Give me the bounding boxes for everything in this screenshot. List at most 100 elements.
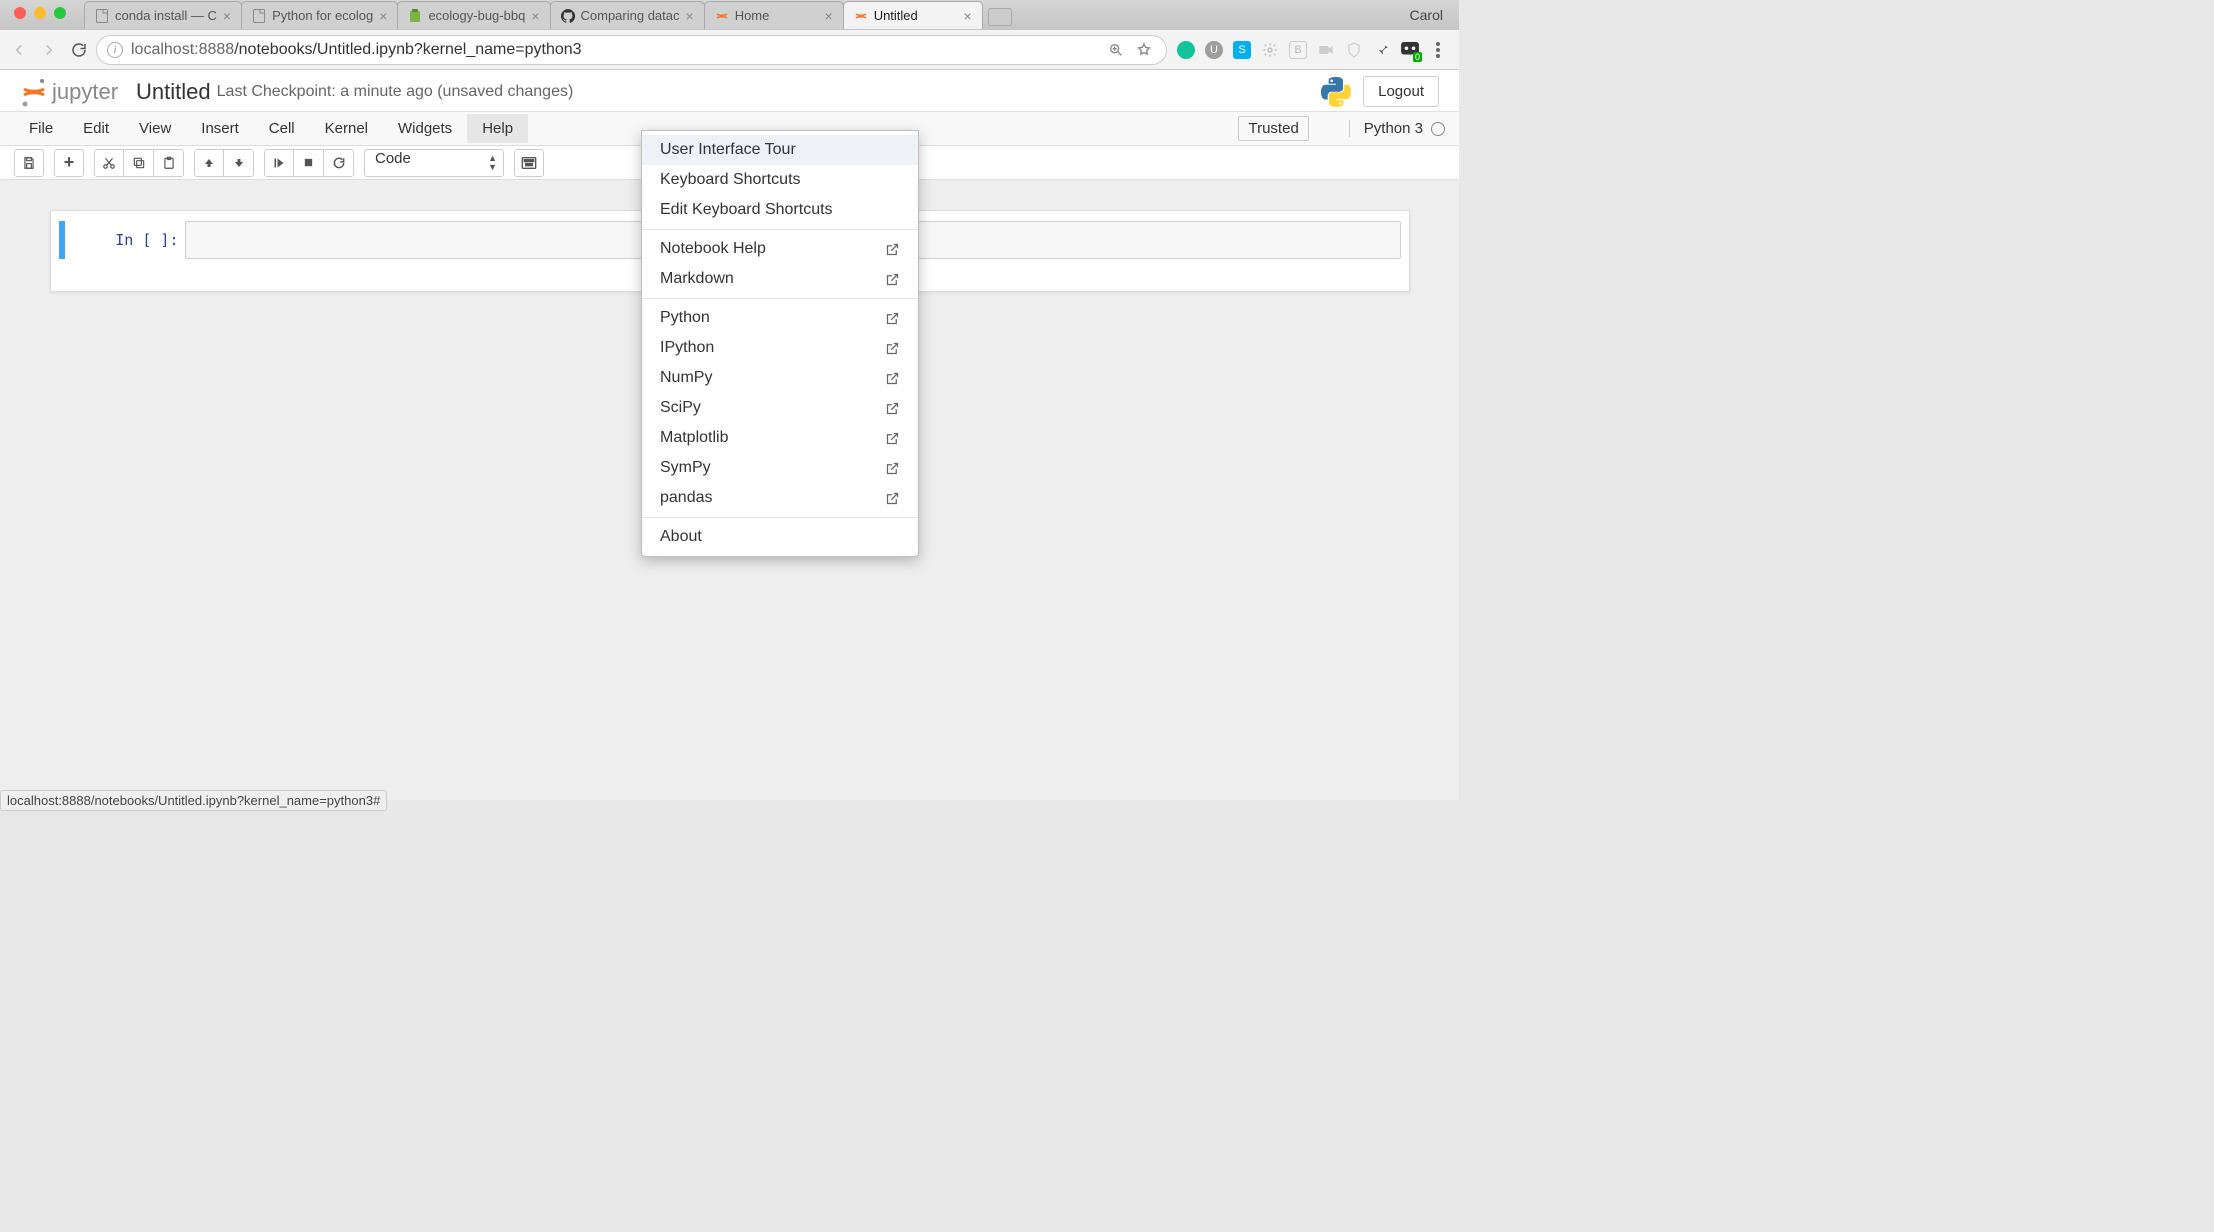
select-arrows-icon: ▲▼: [488, 154, 497, 172]
cell-type-value: Code: [375, 150, 411, 167]
help-python[interactable]: Python: [642, 303, 918, 333]
kernel-name-text: Python 3: [1364, 120, 1423, 137]
close-window-button[interactable]: [14, 7, 26, 19]
kernel-status-icon: [1431, 122, 1445, 136]
close-tab-icon[interactable]: ×: [686, 8, 694, 24]
external-link-icon: [885, 401, 900, 416]
tab-title: Comparing datac: [581, 8, 680, 23]
help-markdown[interactable]: Markdown: [642, 264, 918, 294]
url-text: localhost:8888/notebooks/Untitled.ipynb?…: [131, 41, 582, 59]
jupyter-header: jupyter Untitled Last Checkpoint: a minu…: [0, 70, 1459, 112]
tab-title: ecology-bug-bbq: [428, 8, 525, 23]
close-tab-icon[interactable]: ×: [964, 8, 972, 24]
minimize-window-button[interactable]: [34, 7, 46, 19]
tab-conda-install[interactable]: conda install — C ×: [84, 1, 242, 29]
external-link-icon: [885, 341, 900, 356]
zoom-icon[interactable]: [1108, 42, 1128, 58]
external-link-icon: [885, 491, 900, 506]
menu-edit[interactable]: Edit: [68, 114, 124, 143]
browser-chrome: conda install — C × Python for ecolog × …: [0, 0, 1459, 70]
tab-title: Python for ecolog: [272, 8, 373, 23]
maximize-window-button[interactable]: [54, 7, 66, 19]
nav-bar: i localhost:8888/notebooks/Untitled.ipyn…: [0, 30, 1459, 70]
menu-help[interactable]: Help: [467, 114, 528, 143]
help-sympy[interactable]: SymPy: [642, 453, 918, 483]
help-pandas[interactable]: pandas: [642, 483, 918, 513]
help-ui-tour[interactable]: User Interface Tour: [642, 135, 918, 165]
move-down-button[interactable]: [224, 149, 254, 177]
move-up-button[interactable]: [194, 149, 224, 177]
menu-cell[interactable]: Cell: [254, 114, 310, 143]
copy-button[interactable]: [124, 149, 154, 177]
cell-prompt: In [ ]:: [65, 221, 185, 259]
new-tab-button[interactable]: [988, 8, 1012, 26]
pin-icon[interactable]: [1373, 41, 1391, 59]
jupyter-icon: [854, 9, 868, 23]
menu-view[interactable]: View: [124, 114, 186, 143]
external-link-icon: [885, 371, 900, 386]
help-edit-keyboard-shortcuts[interactable]: Edit Keyboard Shortcuts: [642, 195, 918, 225]
external-link-icon: [885, 242, 900, 257]
grammarly-icon[interactable]: [1177, 41, 1195, 59]
tampermonkey-icon[interactable]: 0: [1401, 41, 1419, 59]
reload-button[interactable]: [66, 37, 92, 63]
paste-button[interactable]: [154, 149, 184, 177]
back-button[interactable]: [6, 37, 32, 63]
window-controls: [14, 7, 66, 19]
jupyter-logo[interactable]: jupyter: [20, 77, 118, 107]
video-icon[interactable]: [1317, 41, 1335, 59]
help-notebook-help[interactable]: Notebook Help: [642, 234, 918, 264]
profile-name[interactable]: Carol: [1410, 7, 1443, 23]
bitwarden-icon[interactable]: B: [1289, 41, 1307, 59]
tab-python-ecolog[interactable]: Python for ecolog ×: [241, 1, 398, 29]
help-numpy[interactable]: NumPy: [642, 363, 918, 393]
ublock-icon[interactable]: U: [1205, 41, 1223, 59]
trusted-indicator[interactable]: Trusted: [1238, 116, 1308, 141]
menu-insert[interactable]: Insert: [186, 114, 254, 143]
close-tab-icon[interactable]: ×: [379, 8, 387, 24]
menu-file[interactable]: File: [14, 114, 68, 143]
github-icon: [561, 9, 575, 23]
help-ipython[interactable]: IPython: [642, 333, 918, 363]
tab-home[interactable]: Home ×: [704, 1, 844, 29]
help-about[interactable]: About: [642, 522, 918, 552]
help-matplotlib[interactable]: Matplotlib: [642, 423, 918, 453]
tab-title: conda install — C: [115, 8, 217, 23]
add-cell-button[interactable]: +: [54, 149, 84, 177]
external-link-icon: [885, 311, 900, 326]
skype-icon[interactable]: S: [1233, 41, 1251, 59]
save-button[interactable]: [14, 149, 44, 177]
restart-button[interactable]: [324, 149, 354, 177]
notebook-name[interactable]: Untitled: [136, 79, 211, 105]
close-tab-icon[interactable]: ×: [223, 8, 231, 24]
site-info-icon[interactable]: i: [107, 42, 123, 58]
logout-button[interactable]: Logout: [1363, 76, 1439, 107]
kernel-indicator[interactable]: Python 3: [1349, 120, 1445, 137]
page-icon: [95, 9, 109, 23]
tab-untitled[interactable]: Untitled ×: [843, 1, 983, 29]
jupyter-icon: [715, 9, 729, 23]
address-bar[interactable]: i localhost:8888/notebooks/Untitled.ipyn…: [96, 35, 1167, 65]
bookmark-star-icon[interactable]: [1136, 42, 1156, 58]
tab-strip: conda install — C × Python for ecolog × …: [0, 0, 1459, 30]
tab-ecology-bug-bbq[interactable]: ecology-bug-bbq ×: [397, 1, 550, 29]
interrupt-button[interactable]: [294, 149, 324, 177]
menu-kernel[interactable]: Kernel: [310, 114, 383, 143]
tab-comparing-datac[interactable]: Comparing datac ×: [550, 1, 705, 29]
cut-button[interactable]: [94, 149, 124, 177]
gear-icon[interactable]: [1261, 41, 1279, 59]
page-icon: [252, 9, 266, 23]
kebab-menu-icon[interactable]: [1429, 41, 1447, 59]
forward-button[interactable]: [36, 37, 62, 63]
external-link-icon: [885, 272, 900, 287]
close-tab-icon[interactable]: ×: [531, 8, 539, 24]
help-keyboard-shortcuts[interactable]: Keyboard Shortcuts: [642, 165, 918, 195]
help-scipy[interactable]: SciPy: [642, 393, 918, 423]
cell-type-select[interactable]: Code ▲▼: [364, 149, 504, 177]
run-button[interactable]: [264, 149, 294, 177]
python-logo-icon: [1321, 77, 1351, 107]
command-palette-button[interactable]: [514, 149, 544, 177]
shield-icon[interactable]: [1345, 41, 1363, 59]
close-tab-icon[interactable]: ×: [825, 8, 833, 24]
menu-widgets[interactable]: Widgets: [383, 114, 467, 143]
